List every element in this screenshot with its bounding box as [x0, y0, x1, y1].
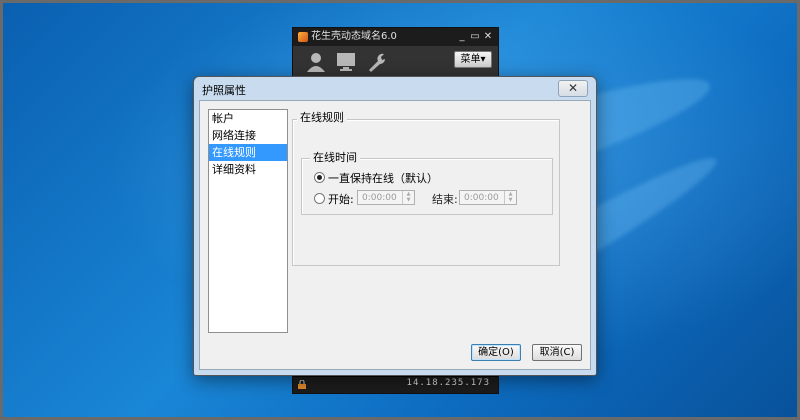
category-list[interactable]: 帐户 网络连接 在线规则 详细资料 — [208, 109, 288, 333]
dialog-body: 帐户 网络连接 在线规则 详细资料 在线规则 在线时间 一直保持在线（默认） 开… — [199, 100, 591, 370]
start-time-value: 0:00:00 — [362, 193, 397, 203]
restore-icon[interactable]: ▭ — [469, 30, 481, 43]
online-time-group: 在线时间 一直保持在线（默认） 开始: 0:00:00 ▲ ▼ 结束: 0:00:… — [301, 152, 553, 215]
category-item-account[interactable]: 帐户 — [209, 110, 287, 127]
spin-down-icon[interactable]: ▼ — [403, 197, 414, 203]
end-label: 结束: — [432, 193, 458, 206]
online-rules-group-label: 在线规则 — [297, 112, 347, 124]
status-ip-address: 14.18.235.173 — [406, 378, 490, 388]
category-item-network[interactable]: 网络连接 — [209, 127, 287, 144]
schedule-radio[interactable] — [314, 193, 325, 204]
end-time-spinner[interactable]: ▲ ▼ — [504, 191, 516, 204]
start-time-spinner[interactable]: ▲ ▼ — [402, 191, 414, 204]
app-logo-icon — [298, 32, 308, 42]
always-online-label[interactable]: 一直保持在线（默认） — [328, 170, 438, 186]
monitor-icon[interactable] — [335, 52, 357, 72]
close-button[interactable]: ✕ — [558, 80, 588, 97]
app-menu-label: 菜单 — [460, 54, 481, 65]
end-time-field[interactable]: 0:00:00 ▲ ▼ — [459, 190, 517, 205]
app-statusbar: 14.18.235.173 — [293, 376, 498, 393]
app-toolbar: 菜单▾ — [293, 46, 498, 78]
minimize-icon[interactable]: _ — [456, 30, 468, 43]
app-title: 花生壳动态域名6.0 — [311, 31, 397, 42]
properties-dialog[interactable]: 护照属性 ✕ 帐户 网络连接 在线规则 详细资料 在线规则 在线时间 一直保持在… — [193, 76, 597, 376]
user-icon[interactable] — [305, 52, 327, 72]
start-label[interactable]: 开始: — [328, 191, 354, 207]
chevron-down-icon: ▾ — [480, 54, 486, 65]
close-icon: ✕ — [567, 81, 579, 95]
app-titlebar[interactable]: 花生壳动态域名6.0 _ ▭ ✕ — [293, 28, 498, 46]
dialog-titlebar[interactable]: 护照属性 ✕ — [194, 77, 596, 99]
online-time-group-label: 在线时间 — [310, 152, 360, 164]
always-online-radio[interactable] — [314, 172, 325, 183]
app-menu-button[interactable]: 菜单▾ — [454, 51, 492, 68]
cancel-button[interactable]: 取消(C) — [532, 344, 582, 361]
dialog-title: 护照属性 — [202, 84, 246, 97]
end-time-value: 0:00:00 — [464, 193, 499, 203]
desktop-background: 花生壳动态域名6.0 _ ▭ ✕ 菜单▾ 14.18.235.173 护照属性 … — [0, 0, 800, 420]
start-time-field[interactable]: 0:00:00 ▲ ▼ — [357, 190, 415, 205]
online-rules-group: 在线规则 在线时间 一直保持在线（默认） 开始: 0:00:00 ▲▼ 结束: — [292, 112, 560, 266]
category-item-online-rules[interactable]: 在线规则 — [209, 144, 287, 161]
wrench-icon[interactable] — [365, 52, 387, 72]
category-item-details[interactable]: 详细资料 — [209, 161, 287, 178]
spin-down-icon[interactable]: ▼ — [505, 197, 516, 203]
close-icon[interactable]: ✕ — [482, 30, 494, 43]
ok-button[interactable]: 确定(O) — [471, 344, 521, 361]
lock-icon — [298, 380, 306, 389]
